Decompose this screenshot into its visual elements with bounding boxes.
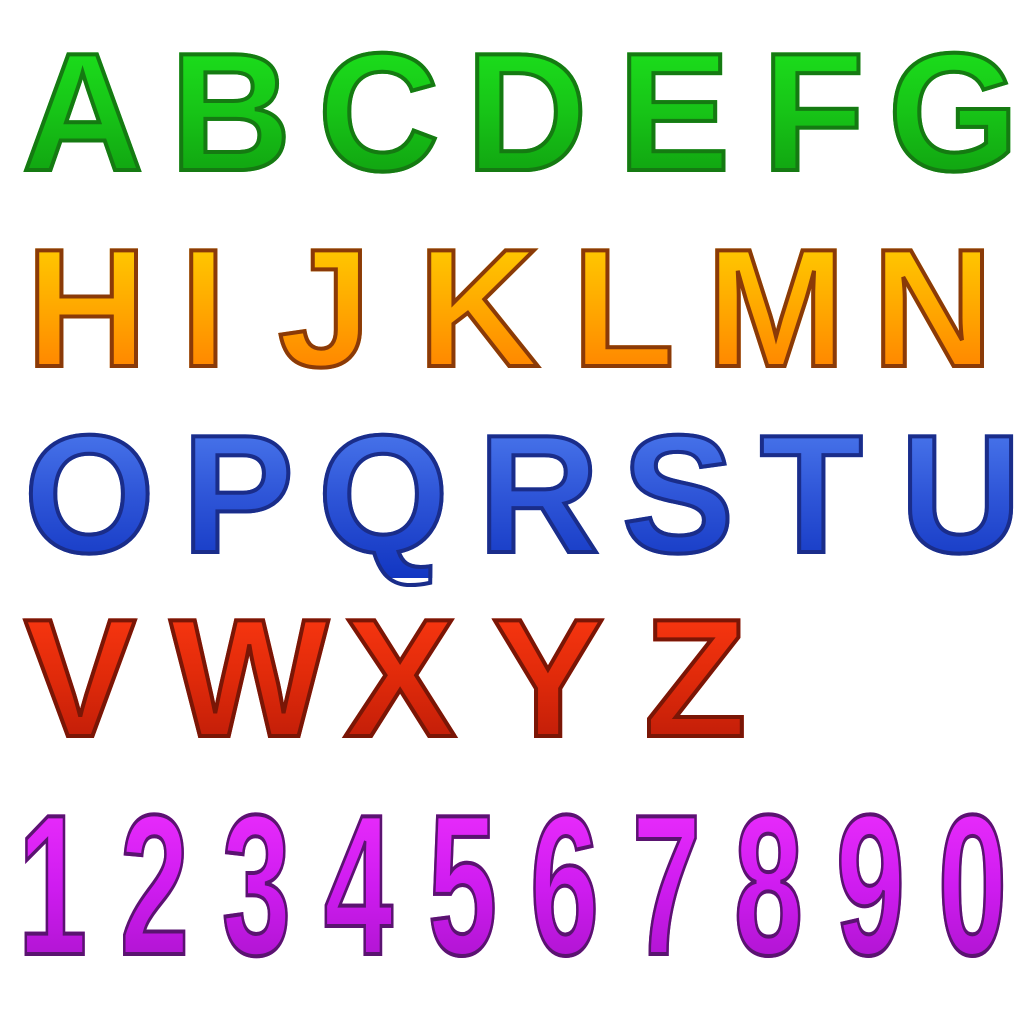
letter-d: D — [464, 18, 589, 206]
digit-3: 3 — [221, 774, 292, 997]
digit-1: 1 — [17, 774, 88, 997]
letter-f: F — [760, 18, 867, 206]
digit-5: 5 — [427, 774, 498, 997]
digit-4: 4 — [323, 774, 394, 997]
letter-b: B — [168, 18, 293, 206]
letter-l: L — [570, 214, 677, 402]
digit-6: 6 — [529, 774, 600, 997]
letter-h: H — [24, 214, 149, 402]
letter-o: O — [22, 400, 157, 588]
letter-s: S — [620, 400, 736, 588]
letter-m: M — [704, 214, 848, 402]
letter-i: I — [178, 214, 229, 402]
letter-k: K — [416, 214, 541, 402]
letter-t: T — [758, 400, 865, 588]
letter-y: Y — [490, 584, 606, 772]
letter-a: A — [20, 18, 145, 206]
letter-v: V — [22, 584, 138, 772]
letter-g: G — [886, 18, 1021, 206]
letter-x: X — [342, 584, 458, 772]
digit-9: 9 — [835, 774, 906, 997]
letter-u: U — [898, 400, 1023, 588]
alphabet-chart: A B C D E F G H I J K L M N O P Q R S T … — [0, 0, 1024, 1024]
digit-8: 8 — [733, 774, 804, 997]
digit-0: 0 — [937, 774, 1008, 997]
digit-7: 7 — [631, 774, 702, 997]
letter-r: R — [476, 400, 601, 588]
letter-j: J — [276, 214, 373, 402]
letter-n: N — [870, 214, 995, 402]
letter-c: C — [316, 18, 441, 206]
digit-2: 2 — [119, 774, 190, 997]
letter-z: Z — [642, 584, 749, 772]
letter-w: W — [168, 584, 331, 772]
letter-e: E — [616, 18, 732, 206]
letter-p: P — [180, 400, 296, 588]
letter-q: Q — [316, 400, 451, 588]
